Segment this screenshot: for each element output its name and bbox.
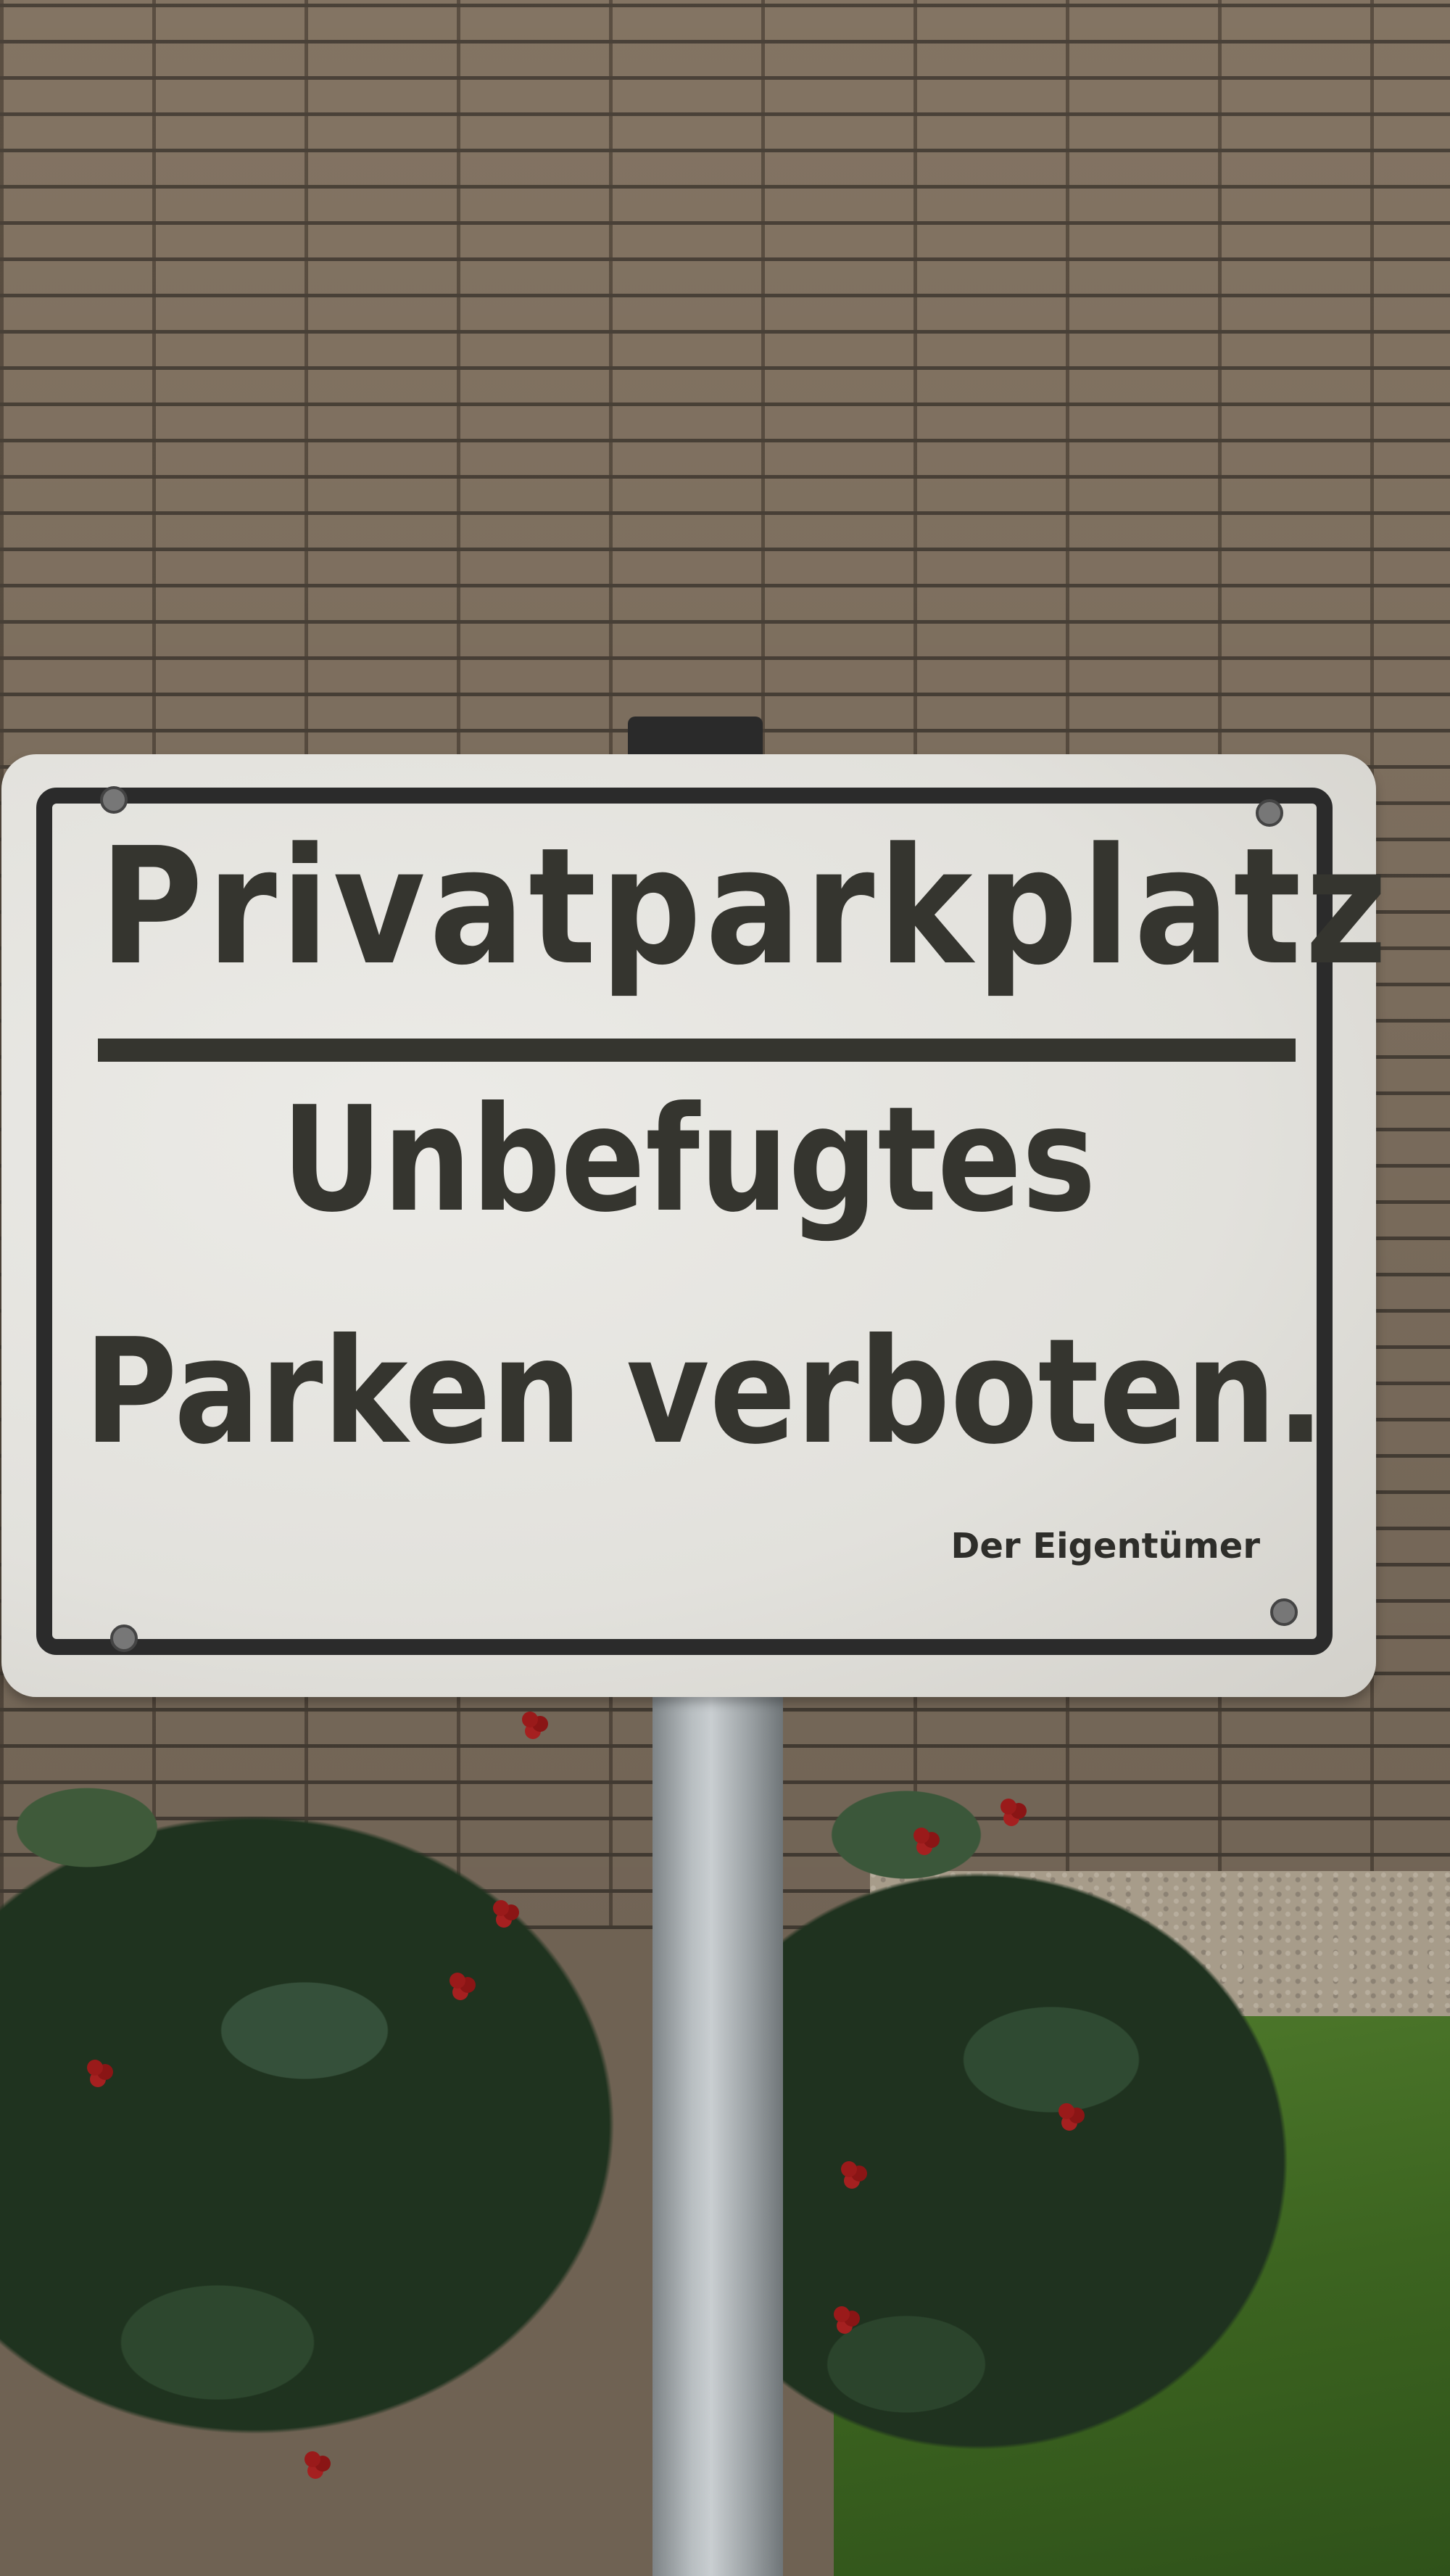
holly-berries bbox=[493, 1900, 509, 1916]
screw-icon bbox=[1270, 1598, 1298, 1626]
holly-berries bbox=[304, 2451, 320, 2467]
holly-bush bbox=[0, 1654, 1290, 2576]
sign-title: Privatparkplatz bbox=[99, 814, 1391, 1001]
holly-berries bbox=[522, 1712, 538, 1727]
holly-berries bbox=[841, 2161, 857, 2177]
holly-berries bbox=[87, 2060, 103, 2076]
parking-sign: Privatparkplatz Unbefugtes Parken verbot… bbox=[1, 754, 1391, 1697]
title-underline bbox=[98, 1039, 1296, 1062]
holly-berries bbox=[914, 1828, 929, 1844]
screw-icon bbox=[100, 786, 128, 814]
sign-pole bbox=[652, 1668, 783, 2576]
sign-line-unbefugtes: Unbefugtes bbox=[281, 1076, 1096, 1244]
holly-berries bbox=[1058, 2103, 1074, 2119]
sign-line-parken-verboten: Parken verboten. bbox=[83, 1308, 1325, 1477]
photo-scene: Privatparkplatz Unbefugtes Parken verbot… bbox=[0, 0, 1450, 2576]
holly-berries bbox=[834, 2306, 850, 2322]
holly-berries bbox=[1000, 1799, 1016, 1815]
pole-cap bbox=[628, 717, 763, 760]
screw-icon bbox=[110, 1625, 138, 1652]
holly-berries bbox=[450, 1973, 465, 1989]
sign-owner-credit: Der Eigentümer bbox=[950, 1526, 1260, 1566]
